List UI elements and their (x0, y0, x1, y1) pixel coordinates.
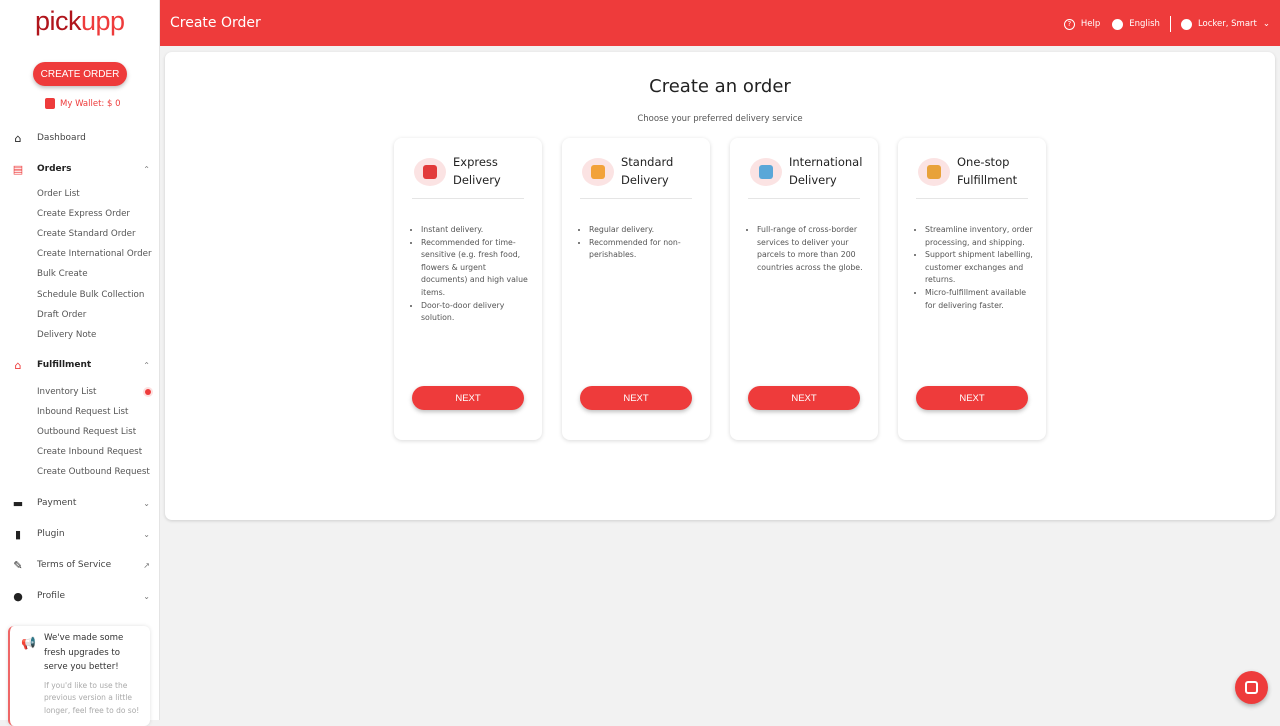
pickupp-logo[interactable]: pickupp (35, 6, 125, 37)
express-delivery-icon (414, 158, 446, 186)
plugin-icon: ▮ (14, 527, 22, 541)
language-selector[interactable]: English (1129, 19, 1160, 29)
chevron-down-icon: ⌄ (143, 529, 150, 539)
card-bullet: Recommended for time-sensitive (e.g. fre… (421, 237, 529, 300)
sidebar-subitem[interactable]: Bulk Create (0, 264, 160, 284)
chat-button[interactable] (1235, 671, 1268, 704)
sidebar: pickupp CREATE ORDER My Wallet: $ 0 ⌂ Das… (0, 0, 160, 726)
divider (580, 198, 692, 199)
international-delivery-icon (750, 158, 782, 186)
upgrade-notice: 📢 We've made some fresh upgrades to serv… (8, 626, 150, 726)
card-bullet: Door-to-door delivery solution. (421, 300, 529, 325)
sidebar-item-fulfillment[interactable]: ⌂ Fulfillment ⌃ (0, 355, 160, 375)
card-bullet: Recommended for non-perishables. (589, 237, 697, 262)
sidebar-subitem[interactable]: Create Inbound Request (0, 442, 160, 462)
notice-body[interactable]: If you'd like to use the previous versio… (44, 680, 144, 718)
sidebar-subitem[interactable]: Delivery Note (0, 325, 160, 345)
chevron-down-icon: ⌄ (143, 498, 150, 508)
sidebar-item-dashboard[interactable]: ⌂ Dashboard (0, 128, 160, 148)
card-bullet: Regular delivery. (589, 224, 697, 237)
megaphone-icon: 📢 (21, 636, 36, 650)
divider (916, 198, 1028, 199)
card-bullet: Instant delivery. (421, 224, 529, 237)
fulfillment-icon (918, 158, 950, 186)
divider (1169, 16, 1171, 32)
sidebar-subitem[interactable]: Create Express Order (0, 204, 160, 224)
document-sign-icon: ✎ (13, 558, 23, 572)
card-bullet: Micro-fulfillment available for deliveri… (925, 287, 1033, 312)
next-button[interactable]: NEXT (580, 386, 692, 410)
sidebar-subitem[interactable]: Order List (0, 184, 160, 204)
sidebar-subitem[interactable]: Draft Order (0, 305, 160, 325)
top-bar: Create Order ? Help English Locker, Smart… (160, 0, 1280, 46)
sidebar-item-terms[interactable]: ✎ Terms of Service ↗ (0, 555, 160, 575)
chevron-up-icon: ⌃ (143, 360, 150, 370)
chat-icon (1245, 681, 1258, 694)
divider (412, 198, 524, 199)
service-card: Express Delivery Instant delivery.Recomm… (394, 138, 542, 440)
sidebar-item-profile[interactable]: ● Profile ⌄ (0, 586, 160, 606)
chevron-down-icon: ⌄ (143, 591, 150, 601)
help-icon[interactable]: ? (1063, 18, 1075, 30)
page-title: Create Order (170, 15, 261, 31)
card-bullet: Streamline inventory, order processing, … (925, 224, 1033, 249)
user-menu[interactable]: Locker, Smart (1198, 19, 1257, 29)
chevron-up-icon: ⌃ (143, 164, 150, 174)
sidebar-subitem[interactable]: Create Outbound Request (0, 462, 160, 482)
sidebar-item-plugin[interactable]: ▮ Plugin ⌄ (0, 524, 160, 544)
next-button[interactable]: NEXT (748, 386, 860, 410)
home-icon: ⌂ (14, 131, 22, 145)
sidebar-subitem[interactable]: Inventory List (0, 382, 160, 402)
globe-icon[interactable] (1112, 18, 1124, 30)
service-card: Standard Delivery Regular delivery.Recom… (562, 138, 710, 440)
sidebar-subitem[interactable]: Inbound Request List (0, 402, 160, 422)
panel-subtitle: Choose your preferred delivery service (637, 114, 803, 124)
card-title: Standard Delivery (621, 155, 674, 187)
card-title: One-stop Fulfillment (957, 155, 1018, 187)
next-button[interactable]: NEXT (916, 386, 1028, 410)
panel-title: Create an order (649, 76, 791, 97)
standard-delivery-icon (582, 158, 614, 186)
person-icon: ● (13, 589, 23, 603)
next-button[interactable]: NEXT (412, 386, 524, 410)
sidebar-subitem[interactable]: Create International Order (0, 244, 160, 264)
card-bullet: Support shipment labelling, customer exc… (925, 249, 1033, 287)
service-card: International Delivery Full-range of cro… (730, 138, 878, 440)
warehouse-icon: ⌂ (14, 358, 22, 372)
wallet-link[interactable]: My Wallet: $ 0 (45, 98, 121, 109)
clipboard-icon: ▤ (12, 162, 24, 176)
service-card: One-stop Fulfillment Streamline inventor… (898, 138, 1046, 440)
wallet-label: My Wallet: $ 0 (60, 98, 121, 109)
chevron-down-icon[interactable]: ⌄ (1263, 19, 1270, 29)
create-order-panel: Create an order Choose your preferred de… (165, 52, 1275, 520)
help-link[interactable]: Help (1081, 19, 1100, 29)
notice-title: We've made some fresh upgrades to serve … (44, 633, 124, 672)
wallet-icon (45, 98, 55, 109)
sidebar-subitem[interactable]: Outbound Request List (0, 422, 160, 442)
external-link-icon: ↗ (143, 560, 150, 570)
credit-card-icon: ▬ (12, 496, 24, 510)
sidebar-subitem[interactable]: Schedule Bulk Collection (0, 285, 160, 305)
create-order-button[interactable]: CREATE ORDER (33, 62, 127, 86)
divider (748, 198, 860, 199)
notification-dot (145, 389, 151, 395)
sidebar-subitem[interactable]: Create Standard Order (0, 224, 160, 244)
user-avatar-icon[interactable] (1180, 18, 1192, 30)
sidebar-item-payment[interactable]: ▬ Payment ⌄ (0, 493, 160, 513)
card-title: Express Delivery (453, 155, 501, 187)
sidebar-item-orders[interactable]: ▤ Orders ⌃ (0, 159, 160, 179)
card-bullet: Full-range of cross-border services to d… (757, 224, 865, 274)
card-title: International Delivery (789, 155, 863, 187)
